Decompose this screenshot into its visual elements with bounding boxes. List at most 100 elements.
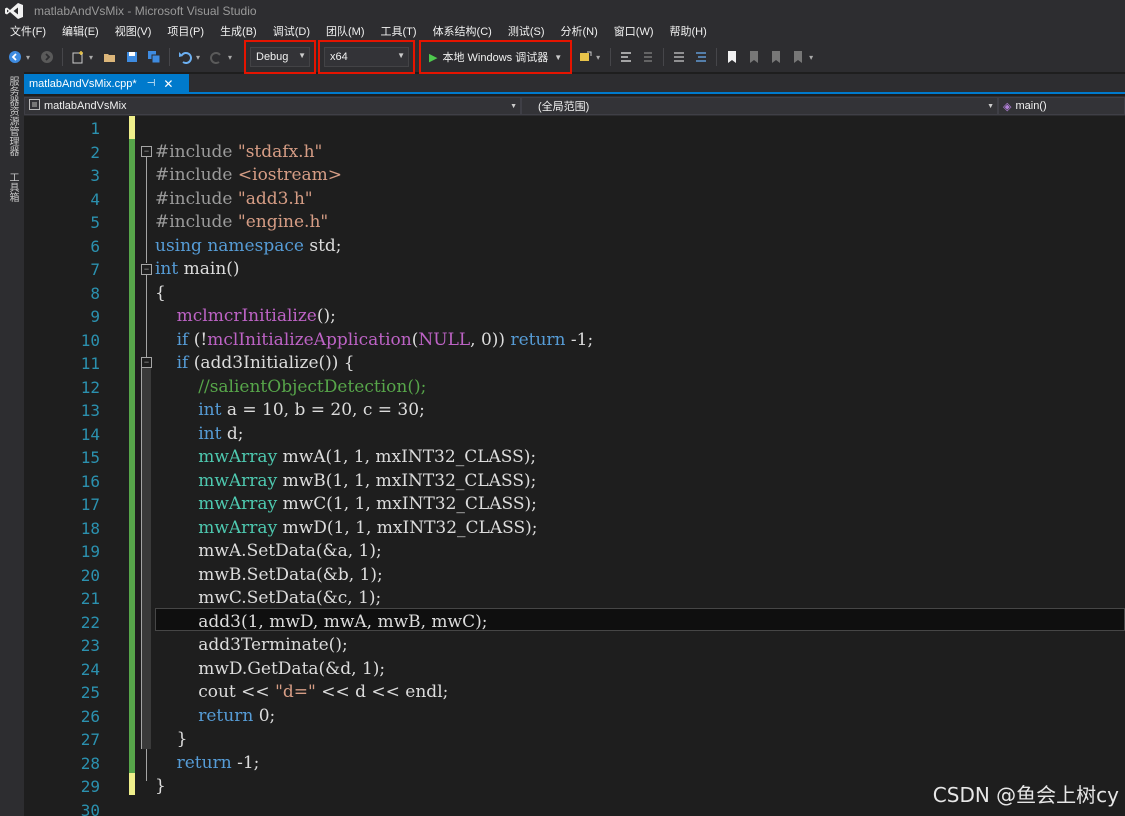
line-number: 20 bbox=[80, 565, 100, 585]
code-line[interactable]: 16 mwArray mwB(1, 1, mxINT32_CLASS); bbox=[24, 470, 1125, 494]
menu-item[interactable]: 文件(F) bbox=[2, 22, 54, 42]
code-token: "add3.h" bbox=[237, 188, 313, 209]
code-token: mwA(1, 1, mxINT32_CLASS); bbox=[282, 447, 537, 467]
step-over-icon[interactable] bbox=[639, 48, 657, 66]
menu-item[interactable]: 生成(B) bbox=[212, 22, 265, 42]
server-explorer-tab[interactable]: 服务器资源管理器 bbox=[5, 76, 20, 156]
code-line[interactable]: 5 #include "engine.h" bbox=[24, 211, 1125, 235]
step-into-icon[interactable] bbox=[617, 48, 635, 66]
close-icon[interactable]: ✕ bbox=[163, 77, 173, 91]
code-line[interactable]: 28 return -1; bbox=[24, 752, 1125, 776]
code-line[interactable]: 22 add3(1, mwD, mwA, mwB, mwC); bbox=[24, 611, 1125, 635]
comment-lines-icon[interactable] bbox=[670, 48, 688, 66]
code-line[interactable]: 7 int main() bbox=[24, 258, 1125, 282]
code-token: mwA.SetData(&a, 1); bbox=[155, 541, 382, 561]
menu-item[interactable]: 帮助(H) bbox=[662, 22, 715, 42]
solution-platform-select[interactable]: x64 ▼ bbox=[324, 47, 409, 67]
code-token: mwC(1, 1, mxINT32_CLASS); bbox=[282, 494, 537, 514]
code-line[interactable]: 15 mwArray mwA(1, 1, mxINT32_CLASS); bbox=[24, 446, 1125, 470]
redo-dropdown-icon[interactable]: ▾ bbox=[228, 53, 236, 62]
new-project-icon[interactable] bbox=[69, 48, 87, 66]
line-number: 15 bbox=[80, 448, 100, 467]
navigate-back-icon[interactable] bbox=[6, 48, 24, 66]
code-line[interactable]: 25 cout << "d=" << d << endl; bbox=[24, 681, 1125, 705]
code-line[interactable]: 13 int a = 10, b = 20, c = 30; bbox=[24, 399, 1125, 423]
attach-process-icon[interactable] bbox=[576, 48, 594, 66]
toolbar-separator bbox=[716, 48, 718, 66]
menu-item[interactable]: 分析(N) bbox=[553, 22, 606, 42]
code-line[interactable]: 9 mclmcrInitialize(); bbox=[24, 305, 1125, 329]
menu-item[interactable]: 团队(M) bbox=[318, 22, 373, 42]
line-number: 24 bbox=[80, 659, 100, 679]
project-select[interactable]: matlabAndVsMix ▼ bbox=[24, 97, 521, 115]
menu-item[interactable]: 视图(V) bbox=[107, 22, 160, 42]
code-line[interactable]: 11 if (add3Initialize()) { bbox=[24, 352, 1125, 376]
line-number: 4 bbox=[90, 189, 100, 209]
line-number: 28 bbox=[80, 753, 100, 773]
code-line[interactable]: 4 #include "add3.h" bbox=[24, 188, 1125, 212]
open-file-icon[interactable] bbox=[101, 48, 119, 66]
code-line[interactable]: 10 if (!mclInitializeApplication(NULL, 0… bbox=[24, 329, 1125, 353]
line-number: 12 bbox=[80, 377, 100, 397]
code-line[interactable]: 12 //salientObjectDetection(); bbox=[24, 376, 1125, 400]
scope-select[interactable]: (全局范围) ▼ bbox=[521, 97, 998, 115]
bookmark-icon[interactable] bbox=[723, 48, 741, 66]
toolbox-tab[interactable]: 工具箱 bbox=[5, 172, 20, 202]
redo-icon[interactable] bbox=[208, 48, 226, 66]
next-bookmark-icon[interactable] bbox=[767, 48, 785, 66]
undo-dropdown-icon[interactable]: ▾ bbox=[196, 53, 204, 62]
code-token: mwArray bbox=[198, 494, 283, 514]
uncomment-lines-icon[interactable] bbox=[692, 48, 710, 66]
solution-configuration-select[interactable]: Debug ▼ bbox=[250, 47, 310, 67]
attach-dropdown-icon[interactable]: ▾ bbox=[596, 53, 604, 62]
code-line[interactable]: 27 } bbox=[24, 728, 1125, 752]
menu-item[interactable]: 窗口(W) bbox=[606, 22, 662, 42]
back-dropdown-icon[interactable]: ▾ bbox=[26, 53, 34, 62]
standard-toolbar: ▾ ▾ ▾ ▾ Debug ▼ x64 ▼ ▶ 本地 Windows 调试器 ▼… bbox=[0, 40, 1125, 74]
clear-bookmarks-icon[interactable] bbox=[789, 48, 807, 66]
code-line[interactable]: 19 mwA.SetData(&a, 1); bbox=[24, 540, 1125, 564]
start-debugging-button[interactable]: ▶ 本地 Windows 调试器 ▼ bbox=[425, 47, 566, 67]
platform-value: x64 bbox=[330, 51, 348, 63]
code-line[interactable]: 17 mwArray mwC(1, 1, mxINT32_CLASS); bbox=[24, 493, 1125, 517]
navigate-forward-icon[interactable] bbox=[38, 48, 56, 66]
member-select[interactable]: ◈ main() bbox=[998, 97, 1125, 115]
line-number: 1 bbox=[90, 119, 100, 138]
chevron-down-icon: ▼ bbox=[554, 52, 563, 62]
menu-item[interactable]: 体系结构(C) bbox=[425, 22, 500, 42]
menu-item[interactable]: 测试(S) bbox=[500, 22, 553, 42]
code-token: mwArray bbox=[198, 517, 283, 538]
menu-item[interactable]: 工具(T) bbox=[373, 22, 425, 42]
code-line[interactable]: 2 #include "stdafx.h" bbox=[24, 141, 1125, 165]
undo-icon[interactable] bbox=[176, 48, 194, 66]
code-line[interactable]: 18 mwArray mwD(1, 1, mxINT32_CLASS); bbox=[24, 517, 1125, 541]
cpp-project-icon bbox=[29, 99, 40, 113]
code-line[interactable]: 24 mwD.GetData(&d, 1); bbox=[24, 658, 1125, 682]
code-line[interactable]: 21 mwC.SetData(&c, 1); bbox=[24, 587, 1125, 611]
code-line[interactable]: 8{ bbox=[24, 282, 1125, 306]
menu-item[interactable]: 调试(D) bbox=[265, 22, 318, 42]
save-all-icon[interactable] bbox=[145, 48, 163, 66]
code-editor[interactable]: − − − 1 2 #include "stdafx.h" 3 #include <io… bbox=[24, 116, 1125, 816]
code-line[interactable]: 20 mwB.SetData(&b, 1); bbox=[24, 564, 1125, 588]
toolbar-overflow-icon[interactable]: ▾ bbox=[809, 53, 817, 62]
menu-item[interactable]: 编辑(E) bbox=[54, 22, 107, 42]
run-label: 本地 Windows 调试器 bbox=[442, 52, 549, 64]
code-line[interactable]: 14 int d; bbox=[24, 423, 1125, 447]
code-line[interactable]: 3 #include <iostream> bbox=[24, 164, 1125, 188]
code-line[interactable]: 1 bbox=[24, 117, 1125, 141]
document-tab[interactable]: matlabAndVsMix.cpp* ⊣ ✕ bbox=[24, 74, 189, 93]
code-line[interactable]: 23 add3Terminate(); bbox=[24, 634, 1125, 658]
code-line[interactable]: 6 using namespace std; bbox=[24, 235, 1125, 259]
save-icon[interactable] bbox=[123, 48, 141, 66]
code-text: mwC.SetData(&c, 1); bbox=[155, 587, 381, 611]
code-token: mclmcrInitialize bbox=[176, 306, 317, 326]
code-line[interactable]: 26 return 0; bbox=[24, 705, 1125, 729]
previous-bookmark-icon[interactable] bbox=[745, 48, 763, 66]
new-dropdown-icon[interactable]: ▾ bbox=[89, 53, 97, 62]
menu-item[interactable]: 项目(P) bbox=[159, 22, 212, 42]
code-text: #include "add3.h" bbox=[155, 188, 313, 212]
pin-icon[interactable]: ⊣ bbox=[147, 78, 156, 89]
